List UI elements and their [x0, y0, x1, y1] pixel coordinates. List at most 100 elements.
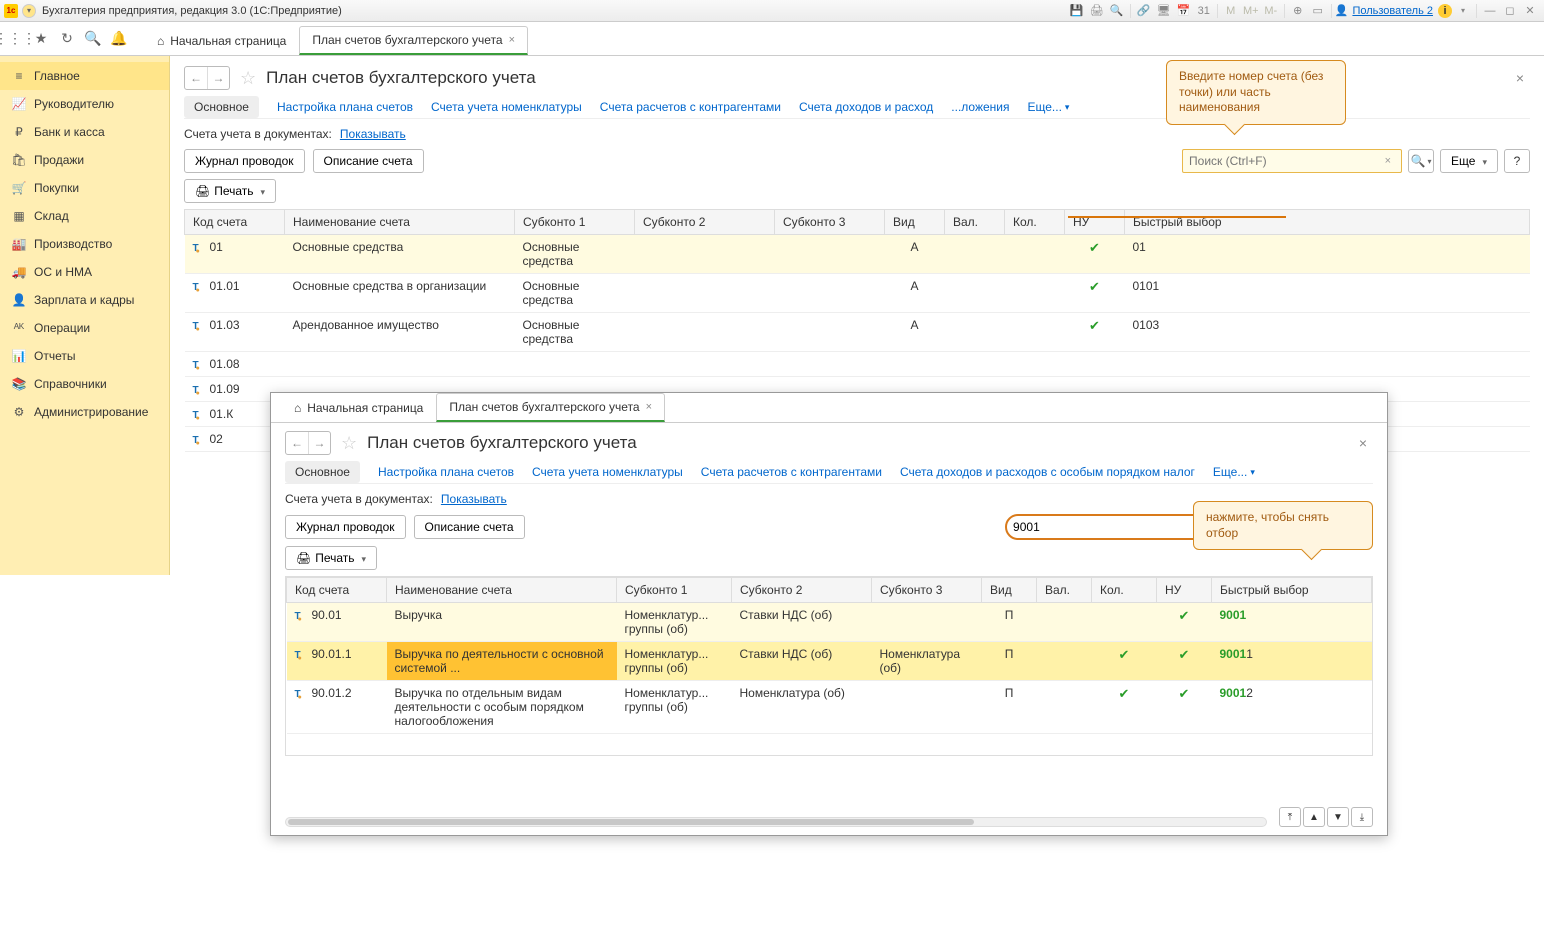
col-header[interactable]: Быстрый выбор	[1212, 578, 1372, 603]
subtab-4[interactable]: Счета доходов и расходов с особым порядк…	[900, 461, 1195, 483]
tab-close-icon[interactable]: ×	[509, 34, 515, 46]
page-close-icon[interactable]: ×	[1510, 68, 1530, 88]
apps-icon[interactable]: ⋮⋮⋮	[6, 30, 24, 48]
w2-nav-up-icon[interactable]: ▲	[1303, 807, 1325, 827]
w2-tab-home[interactable]: ⌂ Начальная страница	[281, 394, 436, 422]
w2-nav-back-icon[interactable]: ←	[286, 432, 308, 454]
col-header[interactable]: НУ	[1157, 578, 1212, 603]
subtab-more[interactable]: Еще...	[1213, 465, 1255, 479]
window-restore-icon[interactable]: ◻	[1501, 2, 1519, 20]
user-link[interactable]: Пользователь 2	[1352, 5, 1433, 17]
w2-nav-down-icon[interactable]: ▼	[1327, 807, 1349, 827]
w2-page-close-icon[interactable]: ×	[1353, 433, 1373, 453]
subtab-4[interactable]: Счета доходов и расход	[799, 96, 933, 118]
col-header[interactable]: Субконто 3	[872, 578, 982, 603]
print-button[interactable]: 🖨Печать	[184, 179, 276, 203]
col-header[interactable]: НУ	[1065, 210, 1125, 235]
col-header[interactable]: Субконто 2	[635, 210, 775, 235]
table-row[interactable]: T 01.01Основные средства в организацииОс…	[185, 274, 1530, 313]
w2-desc-button[interactable]: Описание счета	[414, 515, 525, 539]
tb-panel-icon[interactable]: ▭	[1309, 2, 1327, 20]
w2-nav-fwd-icon[interactable]: →	[308, 432, 330, 454]
subtab-1[interactable]: Настройка плана счетов	[378, 461, 514, 483]
col-header[interactable]: Наименование счета	[387, 578, 617, 603]
tb-save-icon[interactable]: 💾	[1068, 2, 1086, 20]
sidebar-item-6[interactable]: 🏭Производство	[0, 230, 169, 258]
tab-plan[interactable]: План счетов бухгалтерского учета ×	[299, 26, 528, 55]
w2-nav-first-icon[interactable]: ⤒	[1279, 807, 1301, 827]
w2-print-button[interactable]: 🖨Печать	[285, 546, 377, 570]
col-header[interactable]: Кол.	[1092, 578, 1157, 603]
search-input-wrap[interactable]: ×	[1182, 149, 1402, 173]
search-input[interactable]	[1189, 154, 1381, 168]
subtab-3[interactable]: Счета расчетов с контрагентами	[701, 461, 882, 483]
subtab-1[interactable]: Настройка плана счетов	[277, 96, 413, 118]
subtab-2[interactable]: Счета учета номенклатуры	[431, 96, 582, 118]
window-close-icon[interactable]: ✕	[1521, 2, 1539, 20]
titlebar-dropdown-icon[interactable]: ▾	[22, 4, 36, 18]
subtab-more[interactable]: Еще...	[1028, 100, 1070, 114]
tb-m-icon[interactable]: M	[1222, 2, 1240, 20]
col-header[interactable]: Код счета	[287, 578, 387, 603]
nav-fwd-icon[interactable]: →	[207, 67, 229, 89]
subtab-overflow[interactable]: ...ложения	[951, 96, 1009, 118]
journal-button[interactable]: Журнал проводок	[184, 149, 305, 173]
w2-search-input[interactable]	[1013, 520, 1223, 534]
col-header[interactable]: Субконто 1	[515, 210, 635, 235]
col-header[interactable]: Вид	[982, 578, 1037, 603]
sidebar-item-7[interactable]: 🚚ОС и НМА	[0, 258, 169, 286]
w2-journal-button[interactable]: Журнал проводок	[285, 515, 406, 539]
desc-button[interactable]: Описание счета	[313, 149, 424, 173]
subtab-0[interactable]: Основное	[285, 461, 360, 483]
subtab-2[interactable]: Счета учета номенклатуры	[532, 461, 683, 483]
subtab-0[interactable]: Основное	[184, 96, 259, 118]
col-header[interactable]: Вал.	[945, 210, 1005, 235]
tb-date-icon[interactable]: 31	[1195, 2, 1213, 20]
sidebar-item-2[interactable]: ₽Банк и касса	[0, 118, 169, 146]
table-row[interactable]: T 01Основные средстваОсновные средстваА✔…	[185, 235, 1530, 274]
nav-back-icon[interactable]: ←	[185, 67, 207, 89]
filter-link[interactable]: Показывать	[340, 127, 406, 141]
tab-close-icon[interactable]: ×	[646, 401, 652, 413]
table-row[interactable]: T 90.01.1Выручка по деятельности с основ…	[287, 642, 1372, 681]
col-header[interactable]: Вал.	[1037, 578, 1092, 603]
help-button[interactable]: ?	[1504, 149, 1530, 173]
table-row[interactable]: T 90.01ВыручкаНоменклатур... группы (об)…	[287, 603, 1372, 642]
col-header[interactable]: Код счета	[185, 210, 285, 235]
col-header[interactable]: Кол.	[1005, 210, 1065, 235]
sidebar-item-9[interactable]: ᴬᴷОперации	[0, 314, 169, 342]
sidebar-item-1[interactable]: 📈Руководителю	[0, 90, 169, 118]
history-icon[interactable]: ↻	[58, 30, 76, 48]
search-clear-icon[interactable]: ×	[1381, 155, 1395, 167]
tb-mminus-icon[interactable]: M-	[1262, 2, 1280, 20]
bell-icon[interactable]: 🔔	[110, 30, 128, 48]
table-row[interactable]: T 01.03Арендованное имуществоОсновные ср…	[185, 313, 1530, 352]
w2-filter-link[interactable]: Показывать	[441, 492, 507, 506]
w2-hscrollbar[interactable]	[285, 817, 1267, 827]
tb-print-icon[interactable]: 🖨	[1088, 2, 1106, 20]
sidebar-item-10[interactable]: 📊Отчеты	[0, 342, 169, 370]
search-icon[interactable]: 🔍	[84, 30, 102, 48]
tb-preview-icon[interactable]: 🔍	[1108, 2, 1126, 20]
w2-nav-last-icon[interactable]: ⤓	[1351, 807, 1373, 827]
w2-tab-plan[interactable]: План счетов бухгалтерского учета ×	[436, 393, 665, 422]
tb-info-icon[interactable]: i	[1438, 4, 1452, 18]
col-header[interactable]: Субконто 1	[617, 578, 732, 603]
col-header[interactable]: Субконто 3	[775, 210, 885, 235]
sidebar-item-12[interactable]: ⚙Администрирование	[0, 398, 169, 426]
tb-mplus-icon[interactable]: M+	[1242, 2, 1260, 20]
star-icon[interactable]: ★	[32, 30, 50, 48]
table-row[interactable]: T 90.01.2Выручка по отдельным видам деят…	[287, 681, 1372, 734]
tb-plus-icon[interactable]: ⊕	[1289, 2, 1307, 20]
tb-calendar-icon[interactable]: 📅	[1175, 2, 1193, 20]
col-header[interactable]: Наименование счета	[285, 210, 515, 235]
sidebar-item-3[interactable]: 🛍Продажи	[0, 146, 169, 174]
tab-home[interactable]: ⌂ Начальная страница	[144, 27, 299, 55]
search-find-button[interactable]: 🔍	[1408, 149, 1434, 173]
tb-link-icon[interactable]: 🔗	[1135, 2, 1153, 20]
table-row[interactable]: T 01.08	[185, 352, 1530, 377]
tb-info-dd-icon[interactable]: ▾	[1454, 2, 1472, 20]
more-button[interactable]: Еще	[1440, 149, 1498, 173]
window-minimize-icon[interactable]: —	[1481, 2, 1499, 20]
sidebar-item-8[interactable]: 👤Зарплата и кадры	[0, 286, 169, 314]
